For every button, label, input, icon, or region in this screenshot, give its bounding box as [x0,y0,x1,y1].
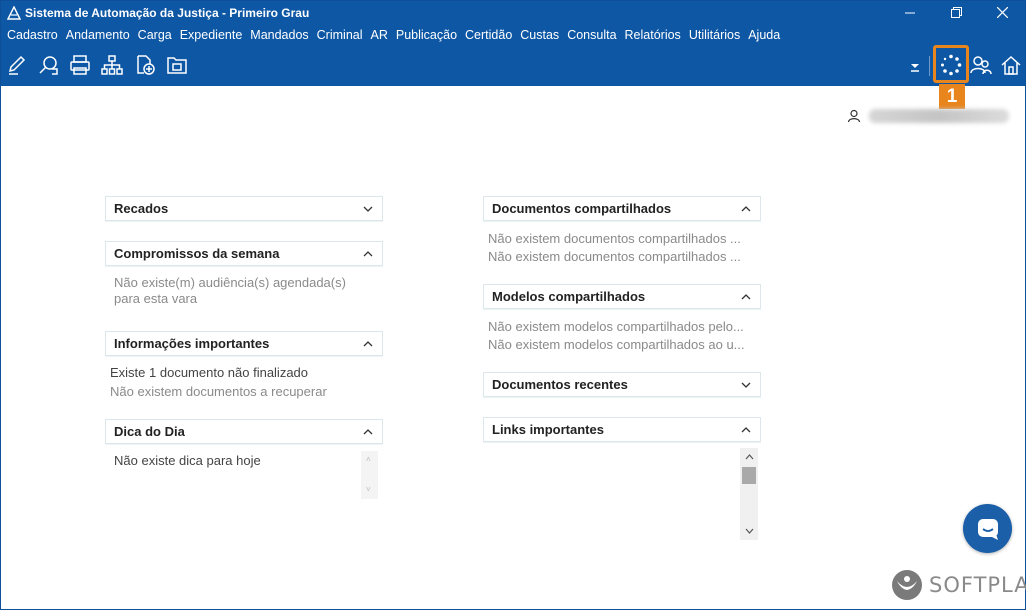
menu-publicacao[interactable]: Publicação [392,28,461,42]
panel-title: Dica do Dia [114,424,185,439]
add-document-icon [137,55,155,75]
scroll-thumb[interactable] [742,467,756,484]
chevron-up-icon[interactable] [740,424,752,436]
panel-documentos-compartilhados[interactable]: Documentos compartilhados [483,196,761,221]
folder-transfer-icon [167,57,187,74]
minimize-icon [905,12,915,13]
close-button[interactable] [979,1,1025,24]
close-icon [996,7,1008,18]
links-scrollbar[interactable] [740,448,758,540]
dropdown-button[interactable] [903,53,927,77]
home-button[interactable] [999,53,1023,77]
menu-criminal[interactable]: Criminal [313,28,367,42]
menu-consulta[interactable]: Consulta [563,28,620,42]
panel-documentos-recentes[interactable]: Documentos recentes [483,372,761,397]
chevron-up-icon[interactable] [740,203,752,215]
chevron-up-icon[interactable] [362,338,374,350]
dropdown-icon [911,64,919,72]
menu-andamento[interactable]: Andamento [62,28,134,42]
users-button[interactable] [969,53,993,77]
add-document-button[interactable] [133,53,157,77]
panel-title: Links importantes [492,422,604,437]
user-name-redacted [869,109,1009,123]
users-icon [970,56,992,75]
panel-title: Compromissos da semana [114,246,280,261]
compromissos-text-2: para esta vara [114,291,198,306]
softplan-brand-text: SOFTPLAN [929,573,1026,597]
title-bar: Sistema de Automação da Justiça - Primei… [1,1,1025,24]
chevron-down-icon[interactable] [362,203,374,215]
org-chart-icon [101,55,123,75]
panel-title: Documentos compartilhados [492,201,672,216]
docs-compartilhados-text-1: Não existem documentos compartilhados ..… [488,231,741,246]
menu-bar: Cadastro Andamento Carga Expediente Mand… [1,24,1025,46]
scroll-down-icon[interactable] [740,524,758,538]
panel-informacoes[interactable]: Informações importantes [105,331,383,356]
menu-carga[interactable]: Carga [134,28,176,42]
panel-modelos-compartilhados[interactable]: Modelos compartilhados [483,284,761,309]
minimize-button[interactable] [887,1,933,24]
user-icon [847,109,861,123]
edit-icon [8,55,26,75]
menu-ar[interactable]: AR [367,28,392,42]
docs-compartilhados-text-2: Não existem documentos compartilhados ..… [488,249,741,264]
toolbar-separator [929,56,930,76]
menu-utilitarios[interactable]: Utilitários [685,28,744,42]
print-button[interactable] [68,53,92,77]
scroll-up-icon[interactable] [740,450,758,464]
documentos-recuperar-text: Não existem documentos a recuperar [110,384,327,399]
panel-title: Recados [114,201,169,216]
compromissos-text-1: Não existe(m) audiência(s) agendada(s) [114,275,346,290]
toolbar [1,46,1025,86]
chat-button[interactable] [963,504,1012,553]
panel-compromissos[interactable]: Compromissos da semana [105,241,383,266]
scroll-down-icon[interactable]: ˅ [366,485,371,494]
panel-title: Modelos compartilhados [492,289,646,304]
user-area [847,109,1009,123]
chat-icon [977,518,998,540]
chevron-up-icon[interactable] [362,426,374,438]
edit-button[interactable] [5,53,29,77]
folder-transfer-button[interactable] [165,53,189,77]
documento-nao-finalizado-link[interactable]: Existe 1 documento não finalizado [110,365,308,380]
scroll-up-icon[interactable]: ˄ [366,455,371,464]
panel-title: Documentos recentes [492,377,628,392]
menu-expediente[interactable]: Expediente [176,28,247,42]
search-document-button[interactable] [37,53,61,77]
home-icon [1001,55,1021,75]
chevron-up-icon[interactable] [740,291,752,303]
printer-icon [70,55,90,75]
menu-ajuda[interactable]: Ajuda [744,28,784,42]
search-document-icon [39,56,58,75]
restore-icon [950,7,962,18]
menu-custas[interactable]: Custas [516,28,563,42]
dica-scrollbar[interactable]: ˄ ˅ [361,451,378,499]
menu-mandados[interactable]: Mandados [246,28,312,42]
panel-dica-do-dia[interactable]: Dica do Dia [105,419,383,444]
callout-badge: 1 [939,84,965,109]
panel-title: Informações importantes [114,336,270,351]
app-window: Sistema de Automação da Justiça - Primei… [0,0,1026,610]
dica-text: Não existe dica para hoje [114,453,261,468]
chevron-down-icon[interactable] [740,379,752,391]
menu-relatorios[interactable]: Relatórios [621,28,685,42]
menu-certidao[interactable]: Certidão [461,28,516,42]
panel-links-importantes[interactable]: Links importantes [483,417,761,442]
window-title: Sistema de Automação da Justiça - Primei… [25,5,310,20]
softplan-logo-icon [892,570,922,600]
app-logo-icon [7,5,21,20]
org-chart-button[interactable] [100,53,124,77]
modelos-text-2: Não existem modelos compartilhados ao u.… [488,337,745,352]
softplan-brand: SOFTPLAN [891,569,1026,601]
chevron-up-icon[interactable] [362,248,374,260]
menu-cadastro[interactable]: Cadastro [3,28,62,42]
restore-button[interactable] [933,1,979,24]
highlight-box [933,45,969,83]
panel-recados[interactable]: Recados [105,196,383,221]
modelos-text-1: Não existem modelos compartilhados pelo.… [488,319,744,334]
